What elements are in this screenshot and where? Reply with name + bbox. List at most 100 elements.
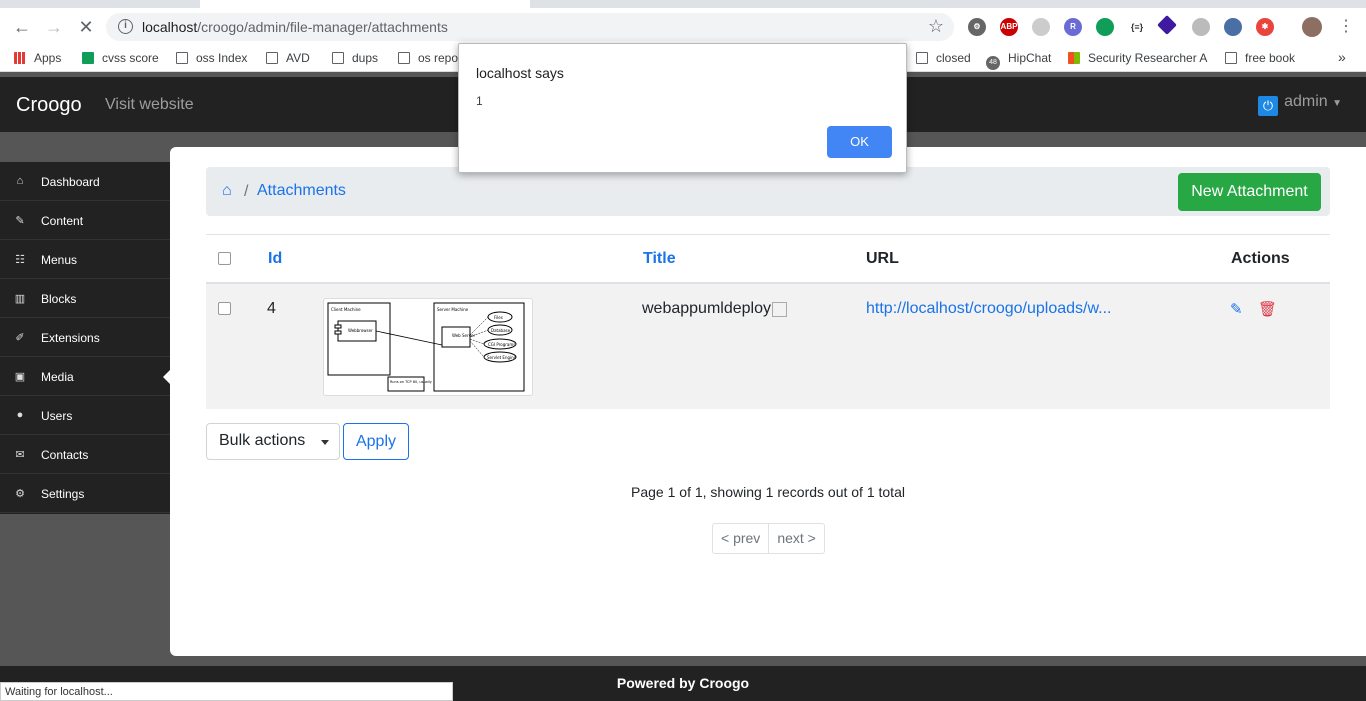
site-info-icon[interactable]: i [118,19,133,34]
home-icon[interactable]: ⌂ [222,182,232,200]
visit-website-link[interactable]: Visit website [105,96,194,114]
page-icon [398,52,410,64]
columns-icon: ▥ [14,293,26,305]
bookmark-apps[interactable]: Apps [14,51,61,65]
select-all-checkbox[interactable] [218,252,231,265]
new-attachment-button[interactable]: New Attachment [1178,173,1321,211]
bookmark-item[interactable]: AVD [266,51,310,65]
bookmark-item[interactable]: cvss score [82,51,159,65]
sidebar-item-dashboard[interactable]: ⌂ Dashboard [0,162,170,201]
browser-toolbar: ← → ✕ i localhost/croogo/admin/file-mana… [0,8,1366,46]
servlet-node-label: Servlet Engine [487,355,517,360]
map-pin-extension-icon[interactable] [1096,18,1114,36]
bookmark-item[interactable]: 48 HipChat [986,51,1051,70]
edit-pencil-icon[interactable]: ✎ [1230,300,1243,318]
chat-extension-icon[interactable] [1032,18,1050,36]
user-menu[interactable]: ⏻ admin ▼ [1258,93,1342,116]
active-tab[interactable] [200,0,530,8]
sidebar: ⌂ Dashboard ✎ Content ☷ Menus ▥ Blocks ✐ Exte… [0,162,170,514]
next-page-button[interactable]: next > [768,524,824,553]
sheets-icon [82,52,94,64]
row-url-link[interactable]: http://localhost/croogo/uploads/w... [866,300,1111,318]
circle-extension-icon[interactable] [1192,18,1210,36]
sidebar-item-extensions[interactable]: ✐ Extensions [0,318,170,357]
diamond-extension-icon[interactable] [1157,15,1177,35]
attachment-thumbnail[interactable]: Client Machine Webbrowser Server Machine… [323,298,533,396]
magic-icon: ✐ [15,332,25,344]
list-icon [266,52,278,64]
forward-icon[interactable]: → [42,16,66,40]
column-actions: Actions [1231,250,1290,267]
bookmark-item[interactable]: os repo [398,51,458,65]
home-icon: ⌂ [16,175,24,187]
brand-logo[interactable]: Croogo [16,94,82,117]
bulk-actions-select[interactable]: Bulk actions [206,423,340,460]
settings-extension-icon[interactable]: ⚙ [968,18,986,36]
apply-button[interactable]: Apply [343,423,409,460]
prev-page-button[interactable]: < prev [713,524,768,553]
page-icon [916,52,928,64]
bookmark-item[interactable]: free book [1225,51,1295,65]
r-extension-icon[interactable]: R [1064,18,1082,36]
adblock-extension-icon[interactable]: ABP [1000,18,1018,36]
caret-down-icon: ▼ [1332,98,1342,109]
files-node-label: Files [494,315,503,320]
table-row: 4 Client Machine Webbrowser Server Machi… [206,284,1330,409]
asterisk-extension-icon[interactable]: ✱ [1256,18,1274,36]
sidebar-item-settings[interactable]: ⚙ Settings [0,474,170,513]
column-title[interactable]: Title [643,250,676,268]
pager: < prev next > [712,523,825,554]
sidebar-item-users[interactable]: ● Users [0,396,170,435]
list-icon [176,52,188,64]
row-checkbox[interactable] [218,302,231,315]
row-id: 4 [267,300,276,317]
bookmark-item[interactable]: oss Index [176,51,247,65]
bookmark-star-icon[interactable]: ☆ [928,16,944,37]
chevron-down-icon [321,440,329,445]
hipchat-icon: 48 [986,56,1000,70]
user-icon: ● [16,409,24,421]
sidebar-item-media[interactable]: ▣ Media [0,357,170,396]
bookmark-item[interactable]: Security Researcher A [1068,51,1207,65]
breadcrumb-attachments[interactable]: Attachments [257,182,346,200]
web-server-label: Web Server [452,333,475,338]
page-icon [332,52,344,64]
more-bookmarks-icon[interactable]: » [1338,49,1346,65]
json-extension-icon[interactable]: {≡} [1128,18,1146,36]
picture-icon: ▣ [14,371,26,383]
sitemap-icon: ☷ [15,254,25,266]
browser-status-bar: Waiting for localhost... [0,682,453,701]
edit-icon: ✎ [15,215,25,227]
menu-kebab-icon[interactable]: ⋮ [1334,16,1358,40]
sidebar-item-contacts[interactable]: ✉ Contacts [0,435,170,474]
sidebar-item-content[interactable]: ✎ Content [0,201,170,240]
dialog-ok-button[interactable]: OK [827,126,892,158]
address-url[interactable]: localhost/croogo/admin/file-manager/atta… [142,19,448,35]
user-name: admin [1284,93,1328,110]
bookmark-item[interactable]: dups [332,51,378,65]
column-url: URL [866,250,899,267]
breadcrumb-separator: / [244,183,249,200]
server-machine-label: Server Machine [437,307,469,312]
breadcrumb: ⌂ / Attachments [206,167,1330,216]
eye-extension-icon[interactable] [1224,18,1242,36]
back-icon[interactable]: ← [10,16,34,40]
dialog-message: 1 [476,94,483,108]
power-icon: ⏻ [1258,96,1279,116]
bookmark-item[interactable]: closed [916,51,971,65]
main-panel: ⌂ / Attachments New Attachment Id Title … [170,147,1366,656]
microsoft-icon [1068,52,1080,64]
sidebar-item-menus[interactable]: ☷ Menus [0,240,170,279]
sidebar-item-blocks[interactable]: ▥ Blocks [0,279,170,318]
stop-loading-icon[interactable]: ✕ [74,16,98,40]
column-id[interactable]: Id [268,250,282,268]
cgi-node-label: CGI Programs [488,342,515,347]
alert-dialog: localhost says 1 OK [458,43,907,173]
row-title: webappumldeploy [642,300,787,318]
profile-avatar[interactable] [1302,17,1322,37]
delete-trash-icon[interactable]: 🗑 [1258,300,1277,318]
page-icon [1225,52,1237,64]
address-bar[interactable]: i localhost/croogo/admin/file-manager/at… [106,13,954,41]
pagination-summary: Page 1 of 1, showing 1 records out of 1 … [631,484,905,500]
dialog-title: localhost says [476,65,564,81]
